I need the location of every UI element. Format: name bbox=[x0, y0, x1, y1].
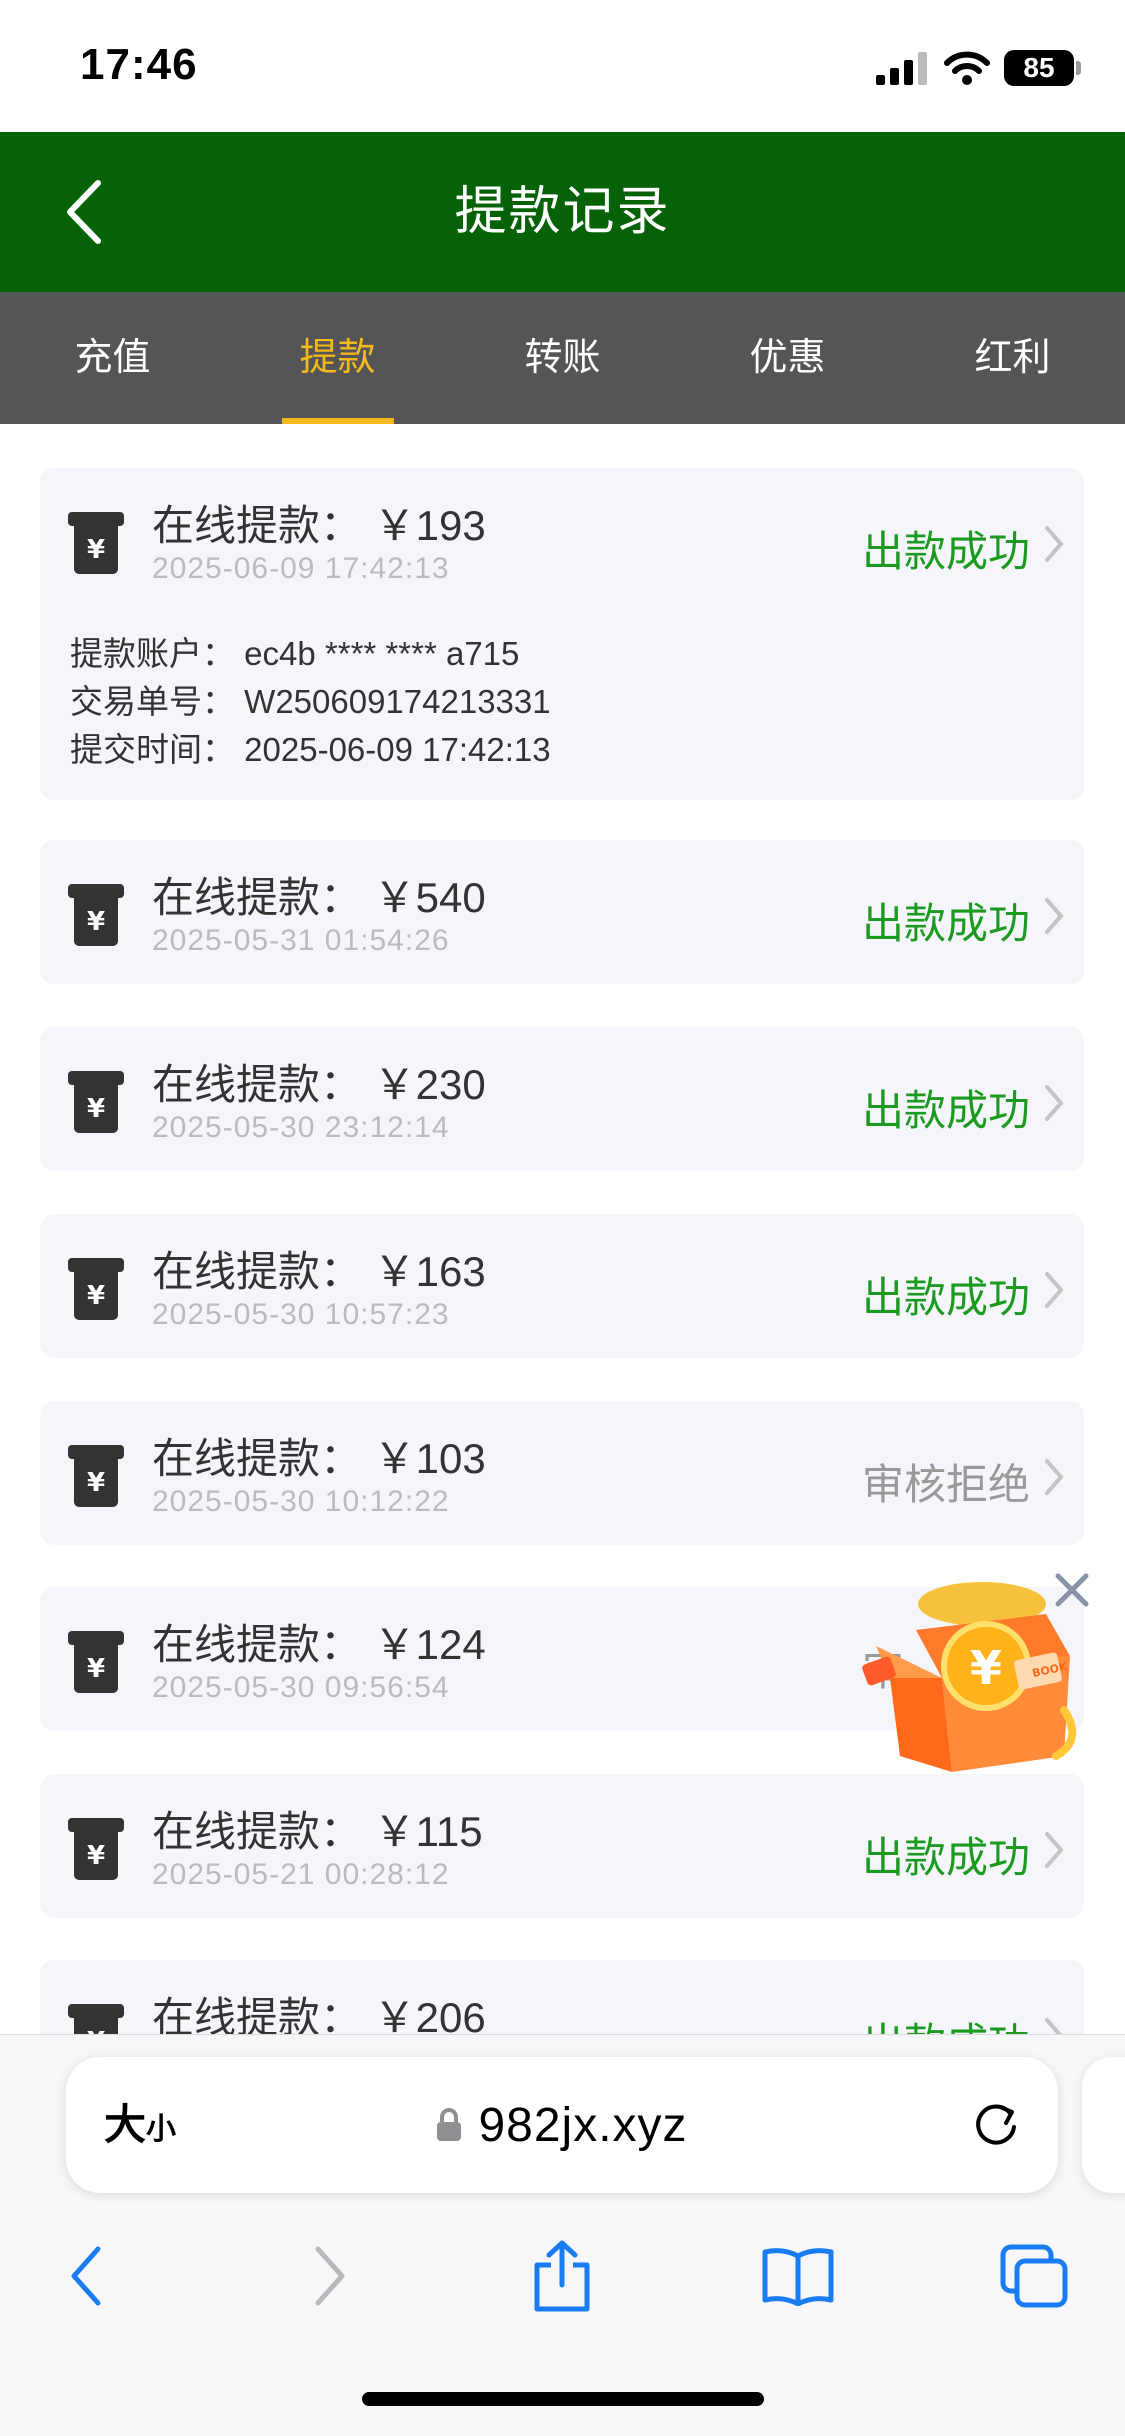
svg-text:¥: ¥ bbox=[87, 1654, 105, 1684]
record-date: 2025-05-31 01:54:26 bbox=[152, 924, 450, 957]
withdraw-atm-icon: ¥ bbox=[68, 512, 124, 574]
battery-icon: 85 bbox=[1004, 50, 1081, 86]
page-title: 提款记录 bbox=[454, 183, 671, 241]
chevron-right-icon bbox=[1045, 1272, 1064, 1308]
chevron-right-icon bbox=[1045, 2018, 1062, 2034]
home-indicator[interactable] bbox=[362, 2392, 764, 2406]
detail-submit-time: 提交时间： 2025-06-09 17:42:13 bbox=[70, 731, 551, 768]
withdraw-atm-icon: ¥ bbox=[68, 1258, 124, 1320]
lock-icon bbox=[437, 2108, 462, 2141]
withdraw-atm-icon: ¥ bbox=[68, 884, 124, 946]
chevron-left-icon bbox=[71, 2246, 101, 2306]
record-status: 出款成功 bbox=[861, 900, 1030, 947]
svg-text:¥: ¥ bbox=[87, 535, 105, 565]
record-card[interactable]: ¥ 在线提款： ￥230 2025-05-30 23:12:14 出款成功 bbox=[40, 1027, 1084, 1171]
withdraw-atm-icon: ¥ bbox=[68, 1631, 124, 1693]
tab-bonus[interactable]: 红利 bbox=[900, 292, 1125, 424]
tab-transfer[interactable]: 转账 bbox=[450, 292, 675, 424]
url-display[interactable]: 982jx.xyz bbox=[66, 2057, 1058, 2193]
svg-text:¥: ¥ bbox=[87, 907, 105, 937]
record-amount: 在线提款： ￥115 bbox=[152, 1808, 483, 1855]
battery-level: 85 bbox=[1004, 50, 1074, 86]
record-amount: 在线提款： ￥540 bbox=[152, 874, 486, 921]
record-date: 2025-05-30 23:12:14 bbox=[152, 1111, 450, 1144]
chevron-right-icon bbox=[1045, 1459, 1064, 1495]
withdraw-atm-icon: ¥ bbox=[68, 2004, 124, 2034]
record-amount: 在线提款： ￥206 bbox=[152, 1994, 486, 2034]
record-status: 审核拒绝 bbox=[861, 1461, 1030, 1508]
record-amount: 在线提款： ￥163 bbox=[152, 1248, 486, 1295]
record-status: 出款成功 bbox=[861, 528, 1030, 575]
svg-text:¥: ¥ bbox=[87, 1468, 105, 1498]
url-text: 982jx.xyz bbox=[478, 2098, 688, 2152]
bookmarks-button[interactable] bbox=[748, 2211, 848, 2341]
status-bar: 17:46 85 bbox=[0, 0, 1125, 132]
record-card[interactable]: ¥ 在线提款： ￥540 2025-05-31 01:54:26 出款成功 bbox=[40, 840, 1084, 984]
share-button[interactable] bbox=[512, 2211, 612, 2341]
record-status: 出款成功 bbox=[861, 1834, 1030, 1881]
record-card[interactable]: ¥ 在线提款： ￥206 出款成功 bbox=[40, 1960, 1084, 2034]
wifi-icon bbox=[944, 51, 990, 85]
tab-deposit[interactable]: 充值 bbox=[0, 292, 225, 424]
cellular-signal-icon bbox=[876, 52, 927, 85]
browser-chrome: 大小 982jx.xyz bbox=[0, 2034, 1125, 2436]
detail-account: 提款账户： ec4b **** **** a715 bbox=[70, 635, 520, 672]
record-date: 2025-05-21 00:28:12 bbox=[152, 1858, 450, 1891]
browser-toolbar bbox=[0, 2211, 1125, 2341]
record-status: 出款成功 bbox=[861, 1087, 1030, 1134]
next-tab-peek[interactable] bbox=[1082, 2057, 1125, 2193]
browser-back-button[interactable] bbox=[36, 2211, 136, 2341]
svg-text:¥: ¥ bbox=[87, 1841, 105, 1871]
gift-box-promo-icon[interactable]: ¥ BOOK bbox=[856, 1560, 1096, 1820]
record-date: 2025-06-09 17:42:13 bbox=[152, 552, 450, 585]
record-amount: 在线提款： ￥124 bbox=[152, 1621, 486, 1668]
svg-text:¥: ¥ bbox=[87, 1094, 105, 1124]
chevron-right-icon bbox=[1045, 1832, 1064, 1868]
tab-withdraw[interactable]: 提款 bbox=[225, 292, 450, 424]
address-bar[interactable]: 大小 982jx.xyz bbox=[66, 2057, 1058, 2193]
record-date: 2025-05-30 10:57:23 bbox=[152, 1298, 450, 1331]
record-amount: 在线提款： ￥193 bbox=[152, 502, 486, 549]
withdraw-atm-icon: ¥ bbox=[68, 1445, 124, 1507]
record-tabs: 充值 提款 转账 优惠 红利 bbox=[0, 292, 1125, 424]
tabs-button[interactable] bbox=[984, 2211, 1084, 2341]
tab-promotions[interactable]: 优惠 bbox=[675, 292, 900, 424]
withdraw-atm-icon: ¥ bbox=[68, 1818, 124, 1880]
detail-order-number: 交易单号： W250609174213331 bbox=[70, 683, 551, 720]
reload-icon[interactable] bbox=[970, 2099, 1022, 2151]
share-icon bbox=[534, 2240, 590, 2312]
record-amount: 在线提款： ￥103 bbox=[152, 1435, 486, 1482]
record-card[interactable]: ¥ 在线提款： ￥103 2025-05-30 10:12:22 审核拒绝 bbox=[40, 1401, 1084, 1545]
app-header: 提款记录 bbox=[0, 132, 1125, 292]
chevron-right-icon bbox=[1045, 526, 1064, 562]
record-status: 出款成功 bbox=[862, 2010, 1030, 2034]
record-date: 2025-05-30 09:56:54 bbox=[152, 1671, 450, 1704]
bookmarks-icon bbox=[762, 2248, 834, 2306]
record-status: 出款成功 bbox=[861, 1274, 1030, 1321]
record-date: 2025-05-30 10:12:22 bbox=[152, 1485, 450, 1518]
svg-text:¥: ¥ bbox=[970, 1641, 1002, 1695]
tabs-icon bbox=[1000, 2244, 1068, 2308]
svg-text:¥: ¥ bbox=[87, 2027, 105, 2034]
record-details: 提款账户： ec4b **** **** a715 交易单号： W2506091… bbox=[70, 630, 551, 774]
browser-forward-button[interactable] bbox=[280, 2211, 380, 2341]
status-icons: 85 bbox=[876, 48, 1081, 88]
record-amount: 在线提款： ￥230 bbox=[152, 1061, 486, 1108]
record-card[interactable]: ¥ 在线提款： ￥193 2025-06-09 17:42:13 出款成功 提款… bbox=[40, 468, 1084, 800]
withdraw-atm-icon: ¥ bbox=[68, 1071, 124, 1133]
svg-text:¥: ¥ bbox=[87, 1281, 105, 1311]
status-time: 17:46 bbox=[80, 40, 198, 89]
record-card[interactable]: ¥ 在线提款： ￥163 2025-05-30 10:57:23 出款成功 bbox=[40, 1214, 1084, 1358]
chevron-right-icon bbox=[315, 2246, 345, 2306]
chevron-right-icon bbox=[1045, 1085, 1064, 1121]
chevron-right-icon bbox=[1045, 898, 1064, 934]
